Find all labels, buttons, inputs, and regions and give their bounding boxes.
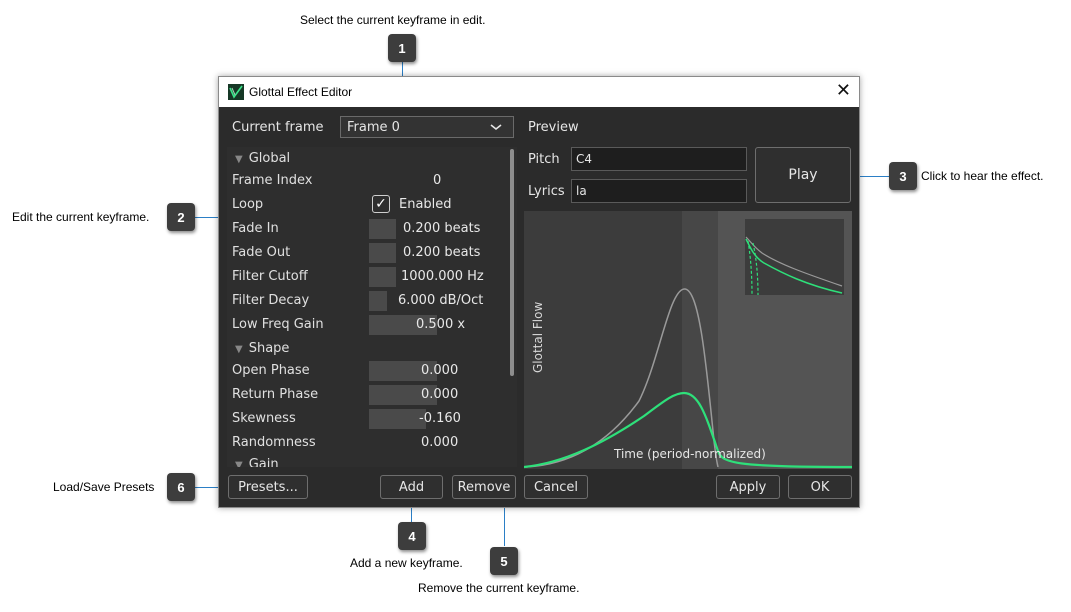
pitch-input-value: C4 <box>576 152 593 166</box>
pitch-input[interactable]: C4 <box>571 147 747 171</box>
prop-filter-decay-name: Filter Decay <box>232 293 310 308</box>
property-scrollbar[interactable] <box>510 149 514 376</box>
prop-loop-value: Enabled <box>399 197 452 212</box>
prop-fade-out[interactable]: Fade Out 0.200 beats <box>227 242 507 264</box>
prop-low-freq-gain-value: 0.500 x <box>416 317 466 332</box>
annotation-4-badge: 4 <box>398 522 426 550</box>
current-frame-dropdown[interactable]: Frame 0 <box>340 116 514 138</box>
prop-skewness[interactable]: Skewness -0.160 <box>227 408 507 430</box>
preview-inset-background <box>745 219 844 295</box>
remove-keyframe-button[interactable]: Remove <box>452 475 516 499</box>
filter-decay-slider[interactable] <box>369 291 387 311</box>
close-icon[interactable]: ✕ <box>836 81 851 101</box>
prop-loop: Loop ✓ Enabled <box>227 194 507 216</box>
skewness-slider[interactable] <box>369 409 426 429</box>
property-panel[interactable]: ▼ Global Frame Index 0 Loop ✓ Enabled Fad… <box>227 147 517 467</box>
prop-filter-cutoff[interactable]: Filter Cutoff 1000.000 Hz <box>227 266 507 288</box>
prop-open-phase-name: Open Phase <box>232 363 310 378</box>
prop-fade-in-name: Fade In <box>232 221 279 236</box>
prop-randomness-name: Randomness <box>232 435 316 450</box>
section-global-label: Global <box>248 151 291 166</box>
prop-filter-decay-value: 6.000 dB/Oct <box>398 293 484 308</box>
app-icon <box>228 84 244 100</box>
y-axis-label: Glottal Flow <box>531 301 545 373</box>
prop-frame-index: Frame Index 0 <box>227 170 507 192</box>
prop-open-phase[interactable]: Open Phase 0.000 <box>227 360 507 382</box>
prop-fade-out-value: 0.200 beats <box>403 245 481 260</box>
prop-low-freq-gain[interactable]: Low Freq Gain 0.500 x <box>227 314 507 336</box>
section-gain[interactable]: ▼ Gain <box>235 457 279 467</box>
current-frame-value: Frame 0 <box>347 120 400 135</box>
section-shape-label: Shape <box>248 341 290 356</box>
glottal-effect-editor-dialog: Glottal Effect Editor ✕ Current frame Fr… <box>218 76 860 508</box>
prop-loop-name: Loop <box>232 197 264 212</box>
prop-open-phase-value: 0.000 <box>421 363 459 378</box>
lyrics-input-value: la <box>576 184 587 198</box>
current-frame-label: Current frame <box>232 120 324 135</box>
chevron-down-icon <box>489 119 503 138</box>
prop-fade-in-value: 0.200 beats <box>403 221 481 236</box>
prop-fade-in[interactable]: Fade In 0.200 beats <box>227 218 507 240</box>
annotation-1-badge: 1 <box>388 34 416 62</box>
section-global[interactable]: ▼ Global <box>235 151 290 166</box>
prop-return-phase[interactable]: Return Phase 0.000 <box>227 384 507 406</box>
window-title: Glottal Effect Editor <box>249 85 353 99</box>
annotation-6-badge: 6 <box>167 473 195 501</box>
prop-fade-out-name: Fade Out <box>232 245 291 260</box>
collapse-triangle-icon: ▼ <box>235 460 243 467</box>
cancel-button[interactable]: Cancel <box>524 475 588 499</box>
x-axis-label: Time (period-normalized) <box>614 447 766 461</box>
fade-in-slider[interactable] <box>369 219 396 239</box>
annotation-6-text: Load/Save Presets <box>53 480 155 494</box>
prop-frame-index-name: Frame Index <box>232 173 313 188</box>
annotation-2-text: Edit the current keyframe. <box>12 210 150 224</box>
prop-filter-cutoff-name: Filter Cutoff <box>232 269 308 284</box>
prop-filter-cutoff-value: 1000.000 Hz <box>401 269 484 284</box>
filter-cutoff-slider[interactable] <box>369 267 396 287</box>
lyrics-label: Lyrics <box>528 184 565 199</box>
add-keyframe-button[interactable]: Add <box>380 475 443 499</box>
collapse-triangle-icon: ▼ <box>235 344 243 355</box>
annotation-3-badge: 3 <box>889 162 917 190</box>
prop-skewness-value: -0.160 <box>419 411 461 426</box>
annotation-2-badge: 2 <box>167 203 195 231</box>
collapse-triangle-icon: ▼ <box>235 154 243 165</box>
play-button[interactable]: Play <box>755 147 851 203</box>
annotation-5-badge: 5 <box>490 547 518 575</box>
prop-skewness-name: Skewness <box>232 411 296 426</box>
lyrics-input[interactable]: la <box>571 179 747 203</box>
presets-button[interactable]: Presets... <box>228 475 308 499</box>
apply-button[interactable]: Apply <box>716 475 780 499</box>
ok-button[interactable]: OK <box>788 475 852 499</box>
prop-filter-decay[interactable]: Filter Decay 6.000 dB/Oct <box>227 290 507 312</box>
prop-randomness-value: 0.000 <box>421 435 459 450</box>
annotation-3-text: Click to hear the effect. <box>921 169 1044 183</box>
prop-low-freq-gain-name: Low Freq Gain <box>232 317 324 332</box>
preview-label: Preview <box>528 120 579 135</box>
prop-return-phase-name: Return Phase <box>232 387 319 402</box>
prop-frame-index-value: 0 <box>433 173 442 188</box>
pitch-label: Pitch <box>528 152 560 167</box>
fade-out-slider[interactable] <box>369 243 396 263</box>
loop-checkbox[interactable]: ✓ <box>372 195 390 213</box>
annotation-4-text: Add a new keyframe. <box>350 556 463 570</box>
annotation-5-text: Remove the current keyframe. <box>418 581 580 595</box>
prop-randomness[interactable]: Randomness 0.000 <box>227 432 507 454</box>
glottal-flow-preview: Glottal Flow Time (period-normalized) <box>523 211 853 469</box>
prop-return-phase-value: 0.000 <box>421 387 459 402</box>
section-gain-label: Gain <box>248 457 279 467</box>
section-shape[interactable]: ▼ Shape <box>235 341 289 356</box>
title-bar[interactable]: Glottal Effect Editor ✕ <box>219 77 859 107</box>
annotation-1-text: Select the current keyframe in edit. <box>300 13 486 27</box>
